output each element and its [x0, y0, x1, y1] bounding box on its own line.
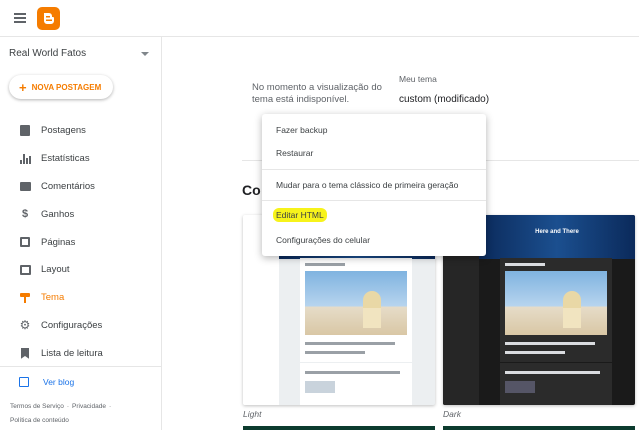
menu-divider [262, 169, 486, 170]
thumb-hero-title: Here and There [535, 229, 579, 235]
layout-icon [19, 264, 31, 276]
thumb-dome [563, 291, 581, 309]
theme-caption-light: Light [243, 409, 262, 419]
section-title: Co [242, 182, 261, 198]
blogger-logo-icon[interactable] [37, 7, 60, 30]
blog-name: Real World Fatos [9, 48, 87, 59]
thumb-image [305, 271, 407, 335]
dollar-icon: $ [21, 208, 29, 221]
comments-icon [19, 180, 31, 192]
thumb-post-card [500, 258, 612, 362]
sidebar-item-label: Postagens [41, 125, 86, 137]
thumb-image [505, 271, 607, 335]
view-blog-link[interactable]: Ver blog [19, 377, 74, 387]
thumb-dome [363, 291, 381, 309]
sidebar-nav: Postagens Estatísticas Comentários $ Gan… [0, 117, 162, 367]
footer-links: Termos de Serviço · Privacidade · Política … [10, 403, 112, 424]
sidebar-item-stats[interactable]: Estatísticas [0, 145, 162, 173]
thumb-hero: Here and There [479, 215, 635, 259]
sidebar-item-settings[interactable]: ⚙ Configurações [0, 312, 162, 340]
top-bar [0, 0, 639, 37]
preview-unavailable-message: No momento a visualização do tema está i… [252, 82, 382, 105]
blog-selector[interactable]: Real World Fatos [9, 48, 149, 62]
thumb-text-line [505, 263, 545, 266]
sidebar-item-comments[interactable]: Comentários [0, 173, 162, 201]
thumb-text-line [305, 371, 400, 374]
theme-name: custom (modificado) [399, 94, 490, 105]
thumb-post-card-2 [300, 363, 412, 405]
sidebar-item-layout[interactable]: Layout [0, 256, 162, 284]
thumb-tower [363, 308, 381, 328]
thumb-post-card [300, 258, 412, 362]
sidebar-item-label: Estatísticas [41, 153, 90, 165]
sidebar: Real World Fatos + NOVA POSTAGEM Postage… [0, 37, 162, 430]
sidebar-item-label: Ganhos [41, 208, 75, 220]
edit-html-label: Editar HTML [273, 208, 327, 222]
menu-item-edit-html[interactable]: Editar HTML [273, 208, 327, 222]
sidebar-item-label: Páginas [41, 236, 76, 248]
hamburger-icon[interactable] [14, 13, 26, 23]
stats-icon [19, 153, 31, 165]
terms-link[interactable]: Termos de Serviço [10, 403, 64, 410]
posts-icon [19, 125, 31, 137]
menu-item-backup[interactable]: Fazer backup [276, 125, 328, 135]
sidebar-item-theme[interactable]: Tema [0, 284, 162, 312]
pages-icon [19, 236, 31, 248]
thumb-text-line [505, 371, 600, 374]
theme-caption-dark: Dark [443, 409, 461, 419]
content-policy-link[interactable]: Política de conteúdo [10, 417, 69, 424]
menu-item-restore[interactable]: Restaurar [276, 148, 313, 158]
menu-item-classic-theme[interactable]: Mudar para o tema clássico de primeira g… [276, 180, 458, 190]
menu-divider [262, 200, 486, 201]
chevron-down-icon [141, 52, 149, 56]
thumb-small-image [305, 381, 335, 393]
thumb-post-card-2 [500, 363, 612, 405]
new-post-label: NOVA POSTAGEM [31, 82, 102, 92]
thumb-text-line [305, 263, 345, 266]
paint-roller-icon [19, 292, 31, 304]
plus-icon: + [19, 79, 27, 95]
thumb-small-image [505, 381, 535, 393]
thumb-text-line [505, 342, 595, 345]
sidebar-item-label: Configurações [41, 319, 103, 331]
gear-icon: ⚙ [19, 318, 31, 333]
bookmark-icon [19, 347, 31, 359]
new-post-button[interactable]: + NOVA POSTAGEM [9, 75, 113, 99]
thumb-tower [563, 308, 581, 328]
my-theme-label: Meu tema [399, 74, 437, 84]
theme-thumbnail-next-1[interactable] [243, 426, 435, 430]
sidebar-footer: Ver blog Termos de Serviço · Privacidade · … [0, 366, 162, 424]
theme-options-menu: Fazer backup Restaurar Mudar para o tema… [262, 114, 486, 256]
thumb-text-line [505, 351, 565, 354]
sidebar-item-pages[interactable]: Páginas [0, 228, 162, 256]
sidebar-item-label: Lista de leitura [41, 347, 103, 359]
theme-thumbnail-next-2[interactable] [443, 426, 635, 430]
sidebar-item-posts[interactable]: Postagens [0, 117, 162, 145]
external-link-icon [19, 377, 29, 387]
menu-item-mobile-settings[interactable]: Configurações do celular [276, 235, 370, 245]
view-blog-label: Ver blog [43, 377, 75, 387]
privacy-link[interactable]: Privacidade [72, 403, 106, 410]
sidebar-item-label: Comentários [41, 180, 95, 192]
sidebar-item-label: Tema [41, 292, 65, 304]
thumb-text-line [305, 351, 365, 354]
thumb-text-line [305, 342, 395, 345]
sidebar-item-reading-list[interactable]: Lista de leitura [0, 339, 162, 367]
sidebar-item-earnings[interactable]: $ Ganhos [0, 200, 162, 228]
sidebar-item-label: Layout [41, 264, 70, 276]
